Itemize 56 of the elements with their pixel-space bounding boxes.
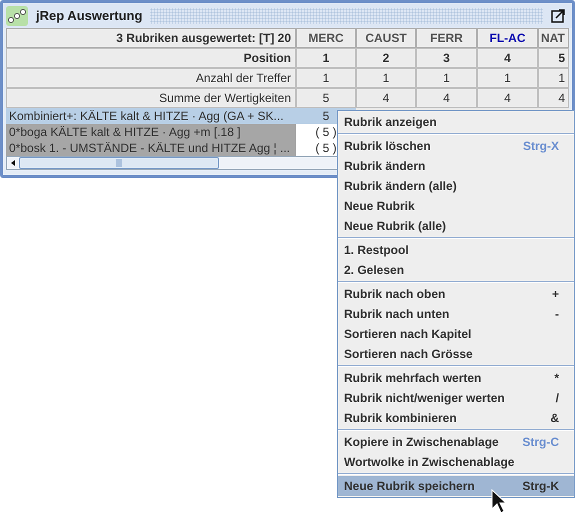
menu-item[interactable]: Kopiere in Zwischenablage Strg-C [338,432,574,452]
column-header[interactable]: NAT [538,28,569,48]
shortcut-label: Strg-X [523,138,559,155]
table-cell: 1 [356,68,416,88]
table-cell: 5 [296,88,356,108]
menu-item[interactable]: Wortwolke in Zwischenablage [338,452,574,472]
rubric-row[interactable]: Kombiniert+: KÄLTE kalt & HITZE · Agg (GA + SK... [6,108,296,124]
row-label: Summe der Wertigkeiten [6,88,296,108]
menu-item[interactable]: Rubrik ändern [338,156,574,176]
shortcut-label: * [554,370,559,387]
shortcut-label: / [556,390,559,407]
shortcut-label: + [552,286,559,303]
table-cell: 5 [538,48,569,68]
column-header[interactable]: FL-AC [477,28,538,48]
menu-item[interactable]: Neue Rubrik speichern Strg-K [338,476,574,496]
column-header[interactable]: CAUST [356,28,416,48]
menu-item[interactable]: Neue Rubrik (alle) [338,216,574,236]
menu-item[interactable]: Rubrik nach oben + [338,284,574,304]
row-label: Position [6,48,296,68]
menu-item[interactable]: Rubrik kombinieren & [338,408,574,428]
shortcut-label: & [550,410,559,427]
table-cell: 1 [416,68,477,88]
menu-item[interactable]: Sortieren nach Kapitel [338,324,574,344]
menu-item[interactable]: 1. Restpool [338,240,574,260]
window-title: jRep Auswertung [34,6,144,25]
column-header[interactable]: MERC [296,28,356,48]
table-cell: 1 [538,68,569,88]
table-cell: 4 [356,88,416,108]
shortcut-label: Strg-C [522,434,559,451]
menu-item[interactable]: Neue Rubrik [338,196,574,216]
mouse-cursor-icon [491,489,507,515]
menu-item[interactable]: Sortieren nach Grösse [338,344,574,364]
table-cell: 3 [416,48,477,68]
menu-item[interactable]: 2. Gelesen [338,260,574,280]
shortcut-label: - [555,306,559,323]
table-cell: 4 [477,88,538,108]
column-header[interactable]: FERR [416,28,477,48]
menu-item[interactable]: Rubrik nach unten - [338,304,574,324]
shortcut-label: Strg-K [522,478,559,495]
table-cell: 4 [538,88,569,108]
row-label: Anzahl der Treffer [6,68,296,88]
menu-item[interactable]: Rubrik mehrfach werten * [338,368,574,388]
table-cell: 1 [296,68,356,88]
maximize-icon[interactable] [551,8,565,22]
rubric-row[interactable]: 0*bosk 1. - UMSTÄNDE - KÄLTE und HITZE Agg ¦ ... [6,140,296,156]
menu-item[interactable]: Rubrik ändern (alle) [338,176,574,196]
column-header[interactable]: 3 Rubriken ausgewertet: [T] 20 [6,28,296,48]
table-cell: 4 [416,88,477,108]
menu-item[interactable]: Rubrik nicht/weniger werten / [338,388,574,408]
table-cell: 4 [477,48,538,68]
scrollbar-thumb[interactable] [19,157,219,169]
table-cell: 1 [296,48,356,68]
table-cell: 2 [356,48,416,68]
app-icon [6,6,28,26]
rubric-row[interactable]: 0*boga KÄLTE kalt & HITZE · Agg +m [.18 ] [6,124,296,140]
table-cell: 1 [477,68,538,88]
